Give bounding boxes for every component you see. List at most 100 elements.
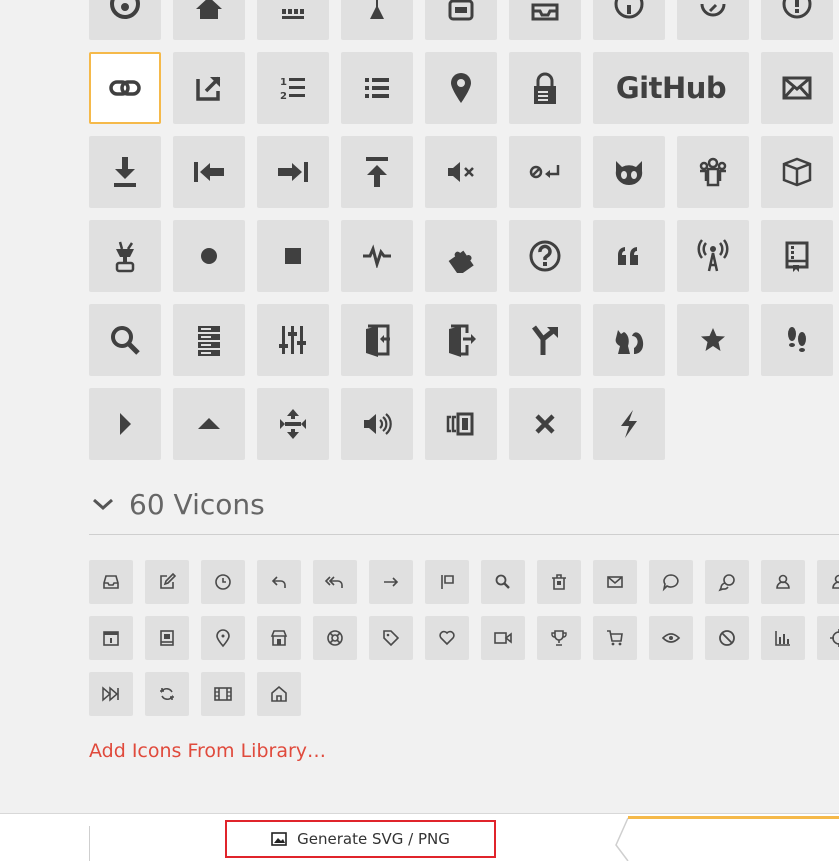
vicon-tile[interactable] xyxy=(201,672,245,716)
tag-icon xyxy=(381,628,401,648)
sign-in-icon xyxy=(362,323,392,357)
vicon-tile[interactable] xyxy=(201,616,245,660)
icon-tile[interactable] xyxy=(341,220,413,292)
icon-tile[interactable] xyxy=(173,0,245,40)
refresh-icon xyxy=(157,684,177,704)
vicon-tile[interactable] xyxy=(761,560,805,604)
vicon-tile[interactable] xyxy=(537,560,581,604)
vicon-tile[interactable] xyxy=(817,616,839,660)
vicon-tile[interactable] xyxy=(313,616,357,660)
icon-tile[interactable] xyxy=(509,220,581,292)
vicon-tile[interactable] xyxy=(89,672,133,716)
icon-tile[interactable] xyxy=(761,220,833,292)
icon-tile[interactable] xyxy=(761,136,833,208)
icon-tile[interactable] xyxy=(257,388,329,460)
vicon-tile[interactable] xyxy=(257,672,301,716)
vicon-tile[interactable] xyxy=(705,560,749,604)
vicon-tile[interactable] xyxy=(649,616,693,660)
generate-svg-png-button[interactable]: Generate SVG / PNG xyxy=(225,820,496,858)
vicon-tile[interactable] xyxy=(145,560,189,604)
vicon-tile[interactable] xyxy=(481,560,525,604)
icon-tile[interactable] xyxy=(89,304,161,376)
icon-tile[interactable] xyxy=(677,220,749,292)
icon-tile[interactable] xyxy=(425,388,497,460)
vicon-tile[interactable] xyxy=(481,616,525,660)
icon-tile[interactable] xyxy=(341,0,413,40)
icon-tile[interactable] xyxy=(341,136,413,208)
icon-tile[interactable] xyxy=(257,136,329,208)
icon-tile[interactable] xyxy=(341,388,413,460)
icon-tile[interactable] xyxy=(341,304,413,376)
puzzle-icon xyxy=(444,239,478,273)
icon-tile[interactable] xyxy=(341,52,413,124)
icon-tile[interactable]: GitHub xyxy=(593,52,749,124)
icon-tile[interactable] xyxy=(509,136,581,208)
icon-tile[interactable] xyxy=(173,52,245,124)
icon-tile[interactable] xyxy=(257,304,329,376)
vicon-tile[interactable] xyxy=(425,616,469,660)
icon-tile[interactable] xyxy=(89,388,161,460)
vicon-tile[interactable] xyxy=(425,560,469,604)
vicon-tile[interactable] xyxy=(257,616,301,660)
icon-tile[interactable] xyxy=(509,52,581,124)
target-icon xyxy=(829,628,839,648)
vicon-tile[interactable] xyxy=(649,560,693,604)
vicon-tile[interactable] xyxy=(89,560,133,604)
icon-tile[interactable] xyxy=(509,388,581,460)
vicon-tile[interactable] xyxy=(257,560,301,604)
icon-tile[interactable] xyxy=(593,0,665,40)
fast-forward-icon xyxy=(101,684,121,704)
vicon-tile[interactable] xyxy=(369,560,413,604)
no-newline-icon xyxy=(528,162,562,182)
vicon-tile[interactable] xyxy=(201,560,245,604)
icon-tile[interactable] xyxy=(173,220,245,292)
vicon-tile[interactable] xyxy=(593,616,637,660)
icon-tile[interactable] xyxy=(173,304,245,376)
location-icon xyxy=(446,71,476,105)
icon-tile[interactable] xyxy=(425,0,497,40)
icon-tile[interactable] xyxy=(257,0,329,40)
flag-icon xyxy=(437,572,457,592)
icon-tile[interactable] xyxy=(677,0,749,40)
icon-tile[interactable] xyxy=(761,304,833,376)
chevron-down-icon[interactable] xyxy=(91,496,115,512)
vicon-tile[interactable] xyxy=(761,616,805,660)
icon-tile[interactable] xyxy=(173,136,245,208)
vicon-tile[interactable] xyxy=(89,616,133,660)
section-header-vicons[interactable]: 60 Vicons xyxy=(89,482,839,535)
icon-tile[interactable] xyxy=(509,0,581,40)
vicon-tile[interactable] xyxy=(145,672,189,716)
icon-tile[interactable] xyxy=(425,136,497,208)
vicon-tile[interactable] xyxy=(817,560,839,604)
vicon-tile[interactable] xyxy=(593,560,637,604)
right-panel-tab[interactable] xyxy=(612,816,839,861)
icon-tile[interactable] xyxy=(89,220,161,292)
icon-tile[interactable] xyxy=(593,304,665,376)
zap-icon xyxy=(618,408,640,440)
icon-tile[interactable] xyxy=(593,136,665,208)
vicon-tile[interactable] xyxy=(537,616,581,660)
icon-tile[interactable] xyxy=(677,304,749,376)
vicon-tile[interactable] xyxy=(145,616,189,660)
icon-tile[interactable] xyxy=(593,220,665,292)
icon-tile[interactable] xyxy=(761,0,833,40)
keyboard-icon xyxy=(276,0,310,21)
icon-tile[interactable] xyxy=(593,388,665,460)
icon-tile[interactable]: 12 xyxy=(257,52,329,124)
icon-tile[interactable] xyxy=(761,52,833,124)
icon-tile[interactable] xyxy=(425,52,497,124)
icon-tile[interactable] xyxy=(509,304,581,376)
vicon-tile[interactable] xyxy=(705,616,749,660)
vicon-tile[interactable] xyxy=(369,616,413,660)
mail-icon xyxy=(605,572,625,592)
icon-tile-selected[interactable] xyxy=(89,52,161,124)
icon-tile[interactable] xyxy=(89,136,161,208)
icon-tile[interactable] xyxy=(173,388,245,460)
add-icons-link[interactable]: Add Icons From Library… xyxy=(89,740,326,762)
icon-tile[interactable] xyxy=(89,0,161,40)
icon-tile[interactable] xyxy=(425,304,497,376)
icon-tile[interactable] xyxy=(257,220,329,292)
icon-tile[interactable] xyxy=(425,220,497,292)
icon-tile[interactable] xyxy=(677,136,749,208)
vicon-tile[interactable] xyxy=(313,560,357,604)
